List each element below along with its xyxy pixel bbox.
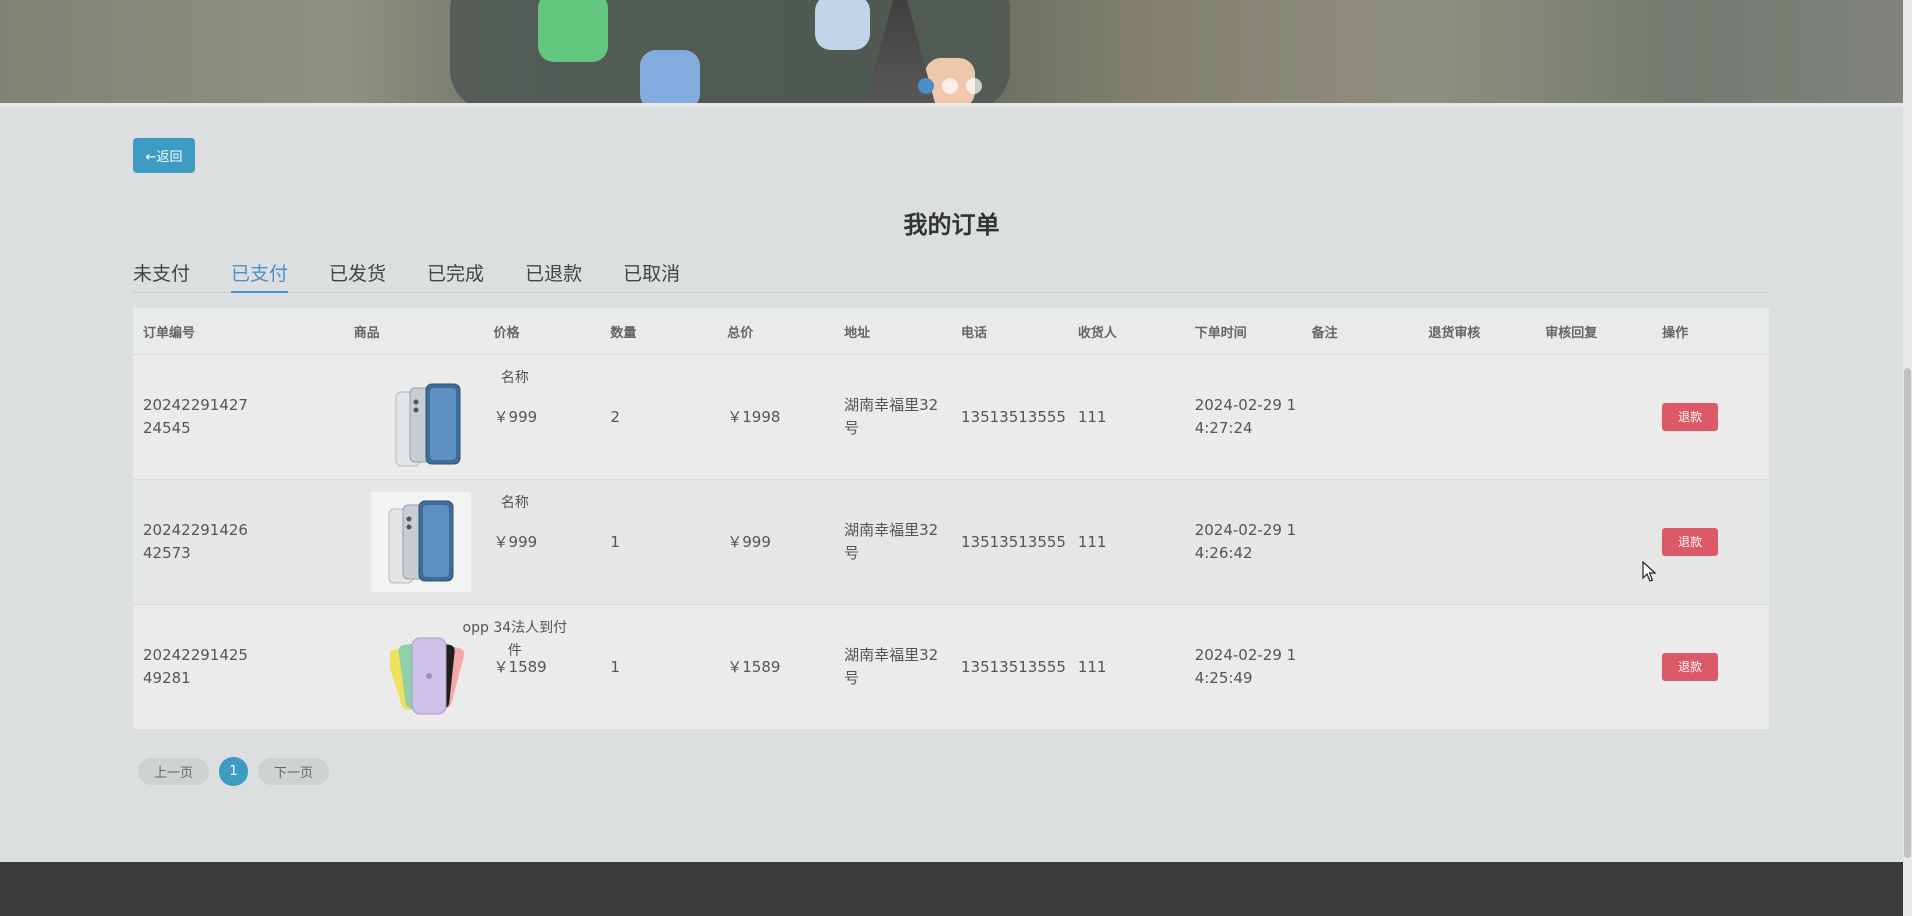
- order-no: 2024229142642573: [143, 521, 248, 562]
- goods-cell: 名称: [250, 355, 529, 480]
- col-address: 地址: [844, 325, 871, 341]
- col-note: 备注: [1311, 325, 1338, 341]
- tab-completed[interactable]: 已完成: [427, 260, 484, 293]
- order-no: 2024229142724545: [143, 396, 248, 437]
- carousel-dot[interactable]: [966, 78, 982, 94]
- next-page-button[interactable]: 下一页: [258, 758, 330, 785]
- order-time: 2024-02-29 14:27:24: [1194, 396, 1297, 437]
- col-receiver: 收货人: [1077, 325, 1117, 341]
- col-return-audit: 退货审核: [1428, 325, 1481, 341]
- phone: 13513513555: [960, 532, 1066, 551]
- scrollbar-thumb[interactable]: [1904, 368, 1911, 858]
- goods-cell: 名称: [250, 480, 529, 605]
- tab-refunded[interactable]: 已退款: [525, 260, 582, 293]
- receiver: 111: [1077, 657, 1107, 676]
- order-time: 2024-02-29 14:25:49: [1194, 646, 1297, 687]
- tab-shipped[interactable]: 已发货: [329, 260, 386, 293]
- goods-name: 名称: [500, 494, 529, 511]
- address: 湖南幸福里32号: [844, 521, 939, 562]
- hero-banner: [0, 0, 1903, 103]
- carousel-dot[interactable]: [942, 78, 958, 94]
- refund-button[interactable]: 退款: [1662, 528, 1719, 556]
- table-row: 2024229142549281 opp 34法人到付件 ￥1589 1 ￥15…: [133, 605, 1769, 730]
- table-row: 2024229142642573 名称 ￥999 1 ￥999 湖南幸福里32号…: [133, 480, 1769, 605]
- quantity: 2: [610, 407, 620, 426]
- table-header: 订单编号 商品 价格 数量 总价 地址 电话 收货人 下单时间 备注 退货审核 …: [133, 308, 1769, 355]
- goods-name: opp 34法人到付件: [462, 619, 568, 659]
- quantity: 1: [610, 532, 620, 551]
- col-goods: 商品: [353, 325, 380, 341]
- mouse-cursor-icon: [1642, 560, 1658, 587]
- quantity: 1: [610, 657, 620, 676]
- product-image: [370, 491, 471, 592]
- product-image: [378, 375, 478, 475]
- tab-unpaid[interactable]: 未支付: [133, 260, 190, 293]
- col-action: 操作: [1662, 325, 1689, 341]
- action-cell: 退款: [1652, 653, 1769, 681]
- refund-button[interactable]: 退款: [1662, 653, 1719, 681]
- pagination: 上一页 1 下一页: [138, 757, 330, 786]
- page-footer: [0, 862, 1903, 916]
- total-price: ￥1998: [727, 407, 781, 426]
- order-no: 2024229142549281: [143, 646, 248, 687]
- phone: 13513513555: [960, 657, 1066, 676]
- order-table: 订单编号 商品 价格 数量 总价 地址 电话 收货人 下单时间 备注 退货审核 …: [133, 308, 1769, 730]
- col-order-no: 订单编号: [143, 325, 196, 341]
- page-number-current[interactable]: 1: [219, 757, 249, 786]
- prev-page-button[interactable]: 上一页: [138, 758, 210, 785]
- col-qty: 数量: [610, 325, 637, 341]
- receiver: 111: [1077, 407, 1107, 426]
- phone: 13513513555: [960, 407, 1066, 426]
- page-title: 我的订单: [903, 211, 1000, 239]
- receiver: 111: [1077, 532, 1107, 551]
- col-total: 总价: [727, 325, 754, 341]
- scrollbar[interactable]: [1903, 0, 1912, 916]
- back-button[interactable]: ←返回: [133, 138, 195, 173]
- price: ￥999: [493, 407, 538, 426]
- carousel-dot[interactable]: [918, 78, 934, 94]
- col-price: 价格: [493, 325, 520, 341]
- refund-button[interactable]: 退款: [1662, 403, 1719, 431]
- total-price: ￥1589: [727, 657, 781, 676]
- tab-cancelled[interactable]: 已取消: [623, 260, 680, 293]
- total-price: ￥999: [727, 532, 771, 551]
- carousel-indicators: [918, 78, 982, 94]
- order-time: 2024-02-29 14:26:42: [1194, 521, 1297, 562]
- address: 湖南幸福里32号: [844, 396, 939, 437]
- action-cell: 退款: [1652, 403, 1769, 431]
- table-row: 2024229142724545 名称 ￥999 2 ￥1998 湖南幸福里32…: [133, 355, 1769, 480]
- col-audit-reply: 审核回复: [1545, 325, 1598, 341]
- address: 湖南幸福里32号: [844, 646, 939, 687]
- col-phone: 电话: [960, 325, 987, 341]
- table-body: 2024229142724545 名称 ￥999 2 ￥1998 湖南幸福里32…: [133, 355, 1769, 730]
- goods-name: 名称: [500, 369, 529, 386]
- action-cell: 退款: [1652, 528, 1769, 556]
- col-order-time: 下单时间: [1194, 325, 1247, 341]
- price: ￥999: [493, 532, 538, 551]
- tab-paid[interactable]: 已支付: [231, 260, 289, 293]
- order-status-tabs: 未支付 已支付 已发货 已完成 已退款 已取消: [133, 260, 1769, 293]
- goods-cell: opp 34法人到付件: [250, 605, 567, 730]
